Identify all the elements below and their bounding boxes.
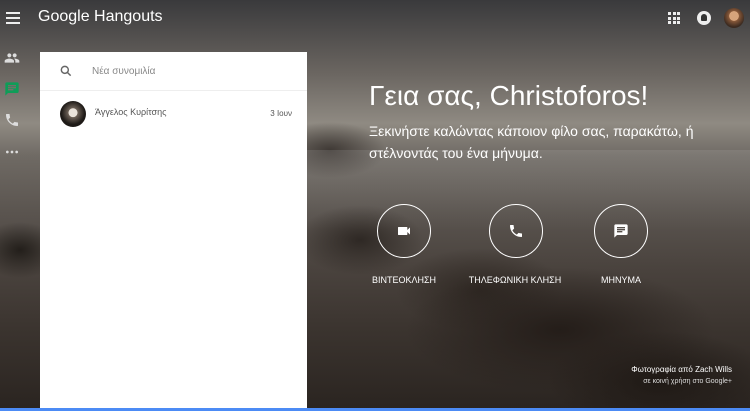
photo-credit[interactable]: Φωτογραφία από Zach Wills (631, 365, 732, 374)
menu-icon[interactable] (6, 12, 20, 24)
apps-icon[interactable] (668, 12, 680, 24)
conversation-panel: Άγγελος Κυρίτσης 3 Ιουν (40, 52, 307, 411)
contact-avatar (60, 101, 86, 127)
phone-call-label[interactable]: ΤΗΛΕΦΩΝΙΚΗ ΚΛΗΣΗ (455, 275, 575, 285)
greeting-title: Γεια σας, Christoforos! (369, 80, 649, 111)
video-call-label[interactable]: ΒΙΝΤΕΟΚΛΗΣΗ (344, 275, 464, 285)
left-rail (0, 40, 24, 411)
phone-call-button[interactable] (489, 204, 543, 258)
chat-icon[interactable] (4, 81, 20, 97)
phone-icon (510, 225, 522, 237)
new-conversation-input[interactable] (92, 63, 292, 79)
conversation-item[interactable]: Άγγελος Κυρίτσης 3 Ιουν (40, 98, 307, 134)
top-bar: Google Hangouts (0, 0, 750, 40)
contact-name: Άγγελος Κυρίτσης (95, 107, 167, 117)
account-avatar[interactable] (724, 8, 744, 28)
search-icon (60, 65, 72, 77)
contacts-icon[interactable] (4, 50, 20, 66)
message-button[interactable] (594, 204, 648, 258)
videocam-icon (398, 227, 410, 235)
phone-icon[interactable] (4, 112, 20, 128)
greeting-subtitle: Ξεκινήστε καλώντας κάποιον φίλο σας, παρ… (369, 123, 694, 161)
photo-credit-source: σε κοινή χρήση στο Google+ (643, 378, 732, 385)
notifications-icon[interactable] (697, 11, 711, 25)
message-label[interactable]: ΜΗΝΥΜΑ (561, 275, 681, 285)
message-icon (614, 224, 628, 238)
video-call-button[interactable] (377, 204, 431, 258)
conversation-date: 3 Ιουν (270, 109, 292, 118)
more-icon[interactable] (4, 144, 20, 160)
app-title[interactable]: Google Hangouts (38, 8, 163, 26)
search-row (40, 52, 307, 91)
